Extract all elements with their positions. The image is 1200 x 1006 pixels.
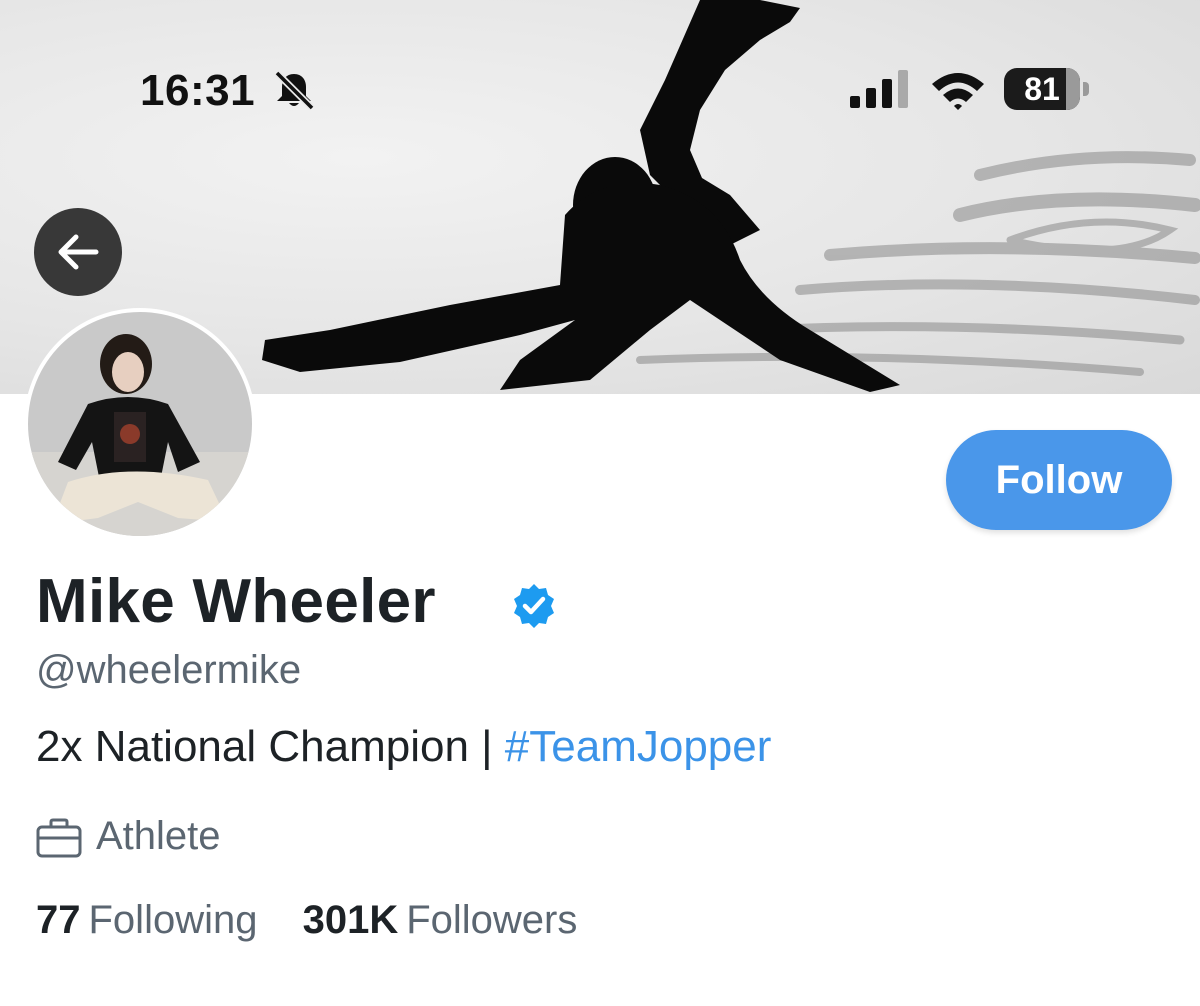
- verified-badge-icon[interactable]: [510, 582, 558, 630]
- status-time: 16:31: [140, 66, 256, 115]
- display-name: Mike Wheeler: [36, 567, 436, 636]
- wifi-icon: [932, 73, 984, 110]
- battery-icon: 81: [1004, 68, 1090, 110]
- profession-label: Athlete: [96, 814, 221, 858]
- user-handle: @wheelermike: [36, 648, 302, 692]
- followers-count: 301K: [302, 898, 399, 942]
- battery-level: 81: [1024, 71, 1060, 107]
- back-button[interactable]: [34, 208, 122, 296]
- bio-hashtag-link[interactable]: #TeamJopper: [505, 722, 772, 771]
- followers-link[interactable]: 301K Followers: [303, 898, 578, 943]
- avatar[interactable]: [24, 308, 256, 540]
- status-bar: 16:31 81: [0, 0, 1200, 180]
- briefcase-icon: [36, 818, 82, 858]
- arrow-left-icon: [58, 234, 99, 270]
- cellular-signal-icon: [850, 70, 908, 108]
- follow-button[interactable]: Follow: [946, 430, 1172, 530]
- followers-label: Followers: [406, 898, 578, 942]
- following-link[interactable]: 77 Following: [36, 898, 257, 943]
- follow-stats: 77 Following 301K Followers: [36, 898, 611, 943]
- profile-bio: 2x National Champion | #TeamJopper: [36, 722, 771, 772]
- bio-text: 2x National Champion |: [36, 722, 505, 771]
- following-count: 77: [36, 898, 81, 942]
- bell-slash-icon: [274, 70, 315, 110]
- following-label: Following: [88, 898, 258, 942]
- avatar-photo: [28, 312, 252, 536]
